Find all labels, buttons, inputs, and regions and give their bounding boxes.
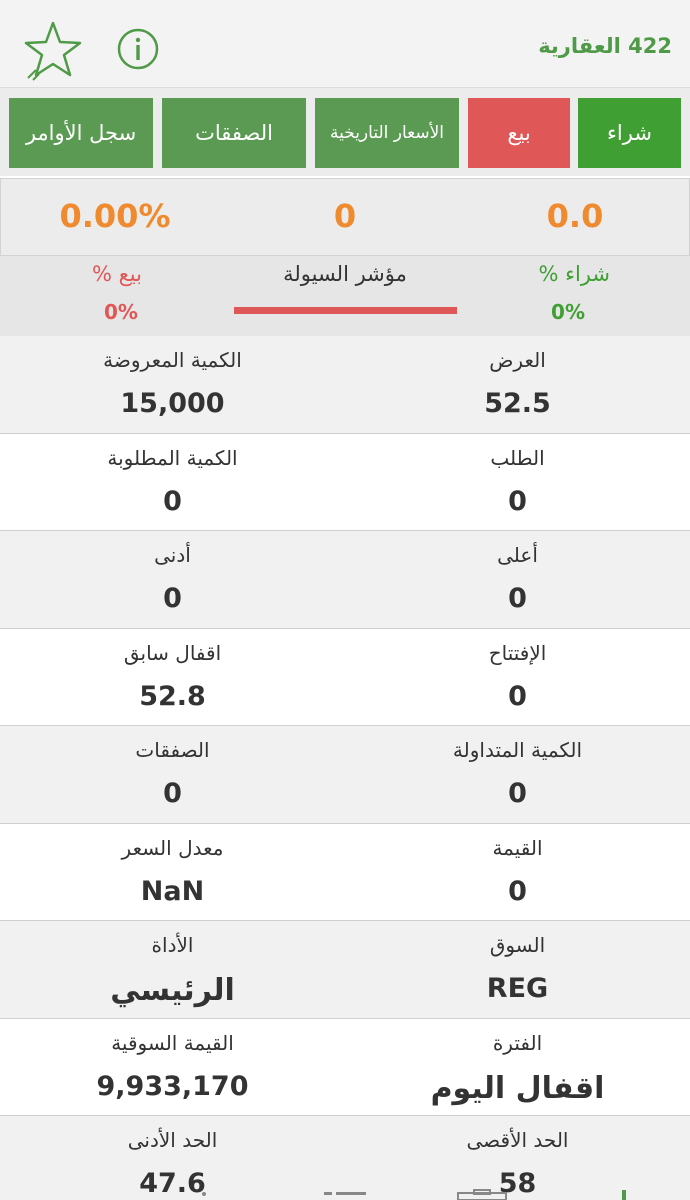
field-label: الكمية المعروضة bbox=[103, 348, 242, 372]
field-value: REG bbox=[486, 973, 549, 1004]
table-row: القيمة السوقية 9,933,170 الفترة اقفال ال… bbox=[0, 1018, 690, 1116]
field-label: أعلى bbox=[497, 543, 538, 567]
field-value: 0 bbox=[163, 583, 182, 614]
details-cell: معدل السعر NaN bbox=[0, 824, 345, 921]
details-cell: اقفال سابق 52.8 bbox=[0, 629, 345, 726]
field-label: معدل السعر bbox=[121, 835, 224, 860]
action-bar: سجل الأوامر الصفقات الأسعار التاريخية بي… bbox=[0, 88, 690, 176]
stock-details: الكمية المعروضة 15,000 العرض 52.5 الكمية… bbox=[0, 336, 690, 1200]
field-value: 0 bbox=[163, 778, 182, 809]
field-value: 52.8 bbox=[139, 680, 206, 712]
field-label: السوق bbox=[489, 933, 546, 957]
briefcase-icon[interactable] bbox=[456, 1186, 508, 1200]
page-title: 422 العقارية bbox=[538, 34, 672, 58]
details-cell: السوق REG bbox=[345, 921, 690, 1018]
field-value: اقفال اليوم bbox=[430, 1070, 605, 1106]
change-percent: 0.00% bbox=[59, 197, 171, 235]
table-row: أدنى 0 أعلى 0 bbox=[0, 531, 690, 629]
field-label: أدنى bbox=[154, 543, 191, 567]
nav-icon[interactable] bbox=[196, 1186, 212, 1200]
historical-prices-button[interactable]: الأسعار التاريخية bbox=[315, 98, 459, 168]
details-cell: أعلى 0 bbox=[345, 531, 690, 628]
field-value: الرئيسي bbox=[110, 973, 235, 1008]
liquidity-indicator: بيع % 0% مؤشر السيولة شراء % 0% bbox=[0, 256, 690, 336]
buy-percent-label: شراء % bbox=[538, 262, 610, 286]
field-label: الفترة bbox=[492, 1030, 543, 1055]
field-label: اقفال سابق bbox=[123, 640, 222, 665]
field-label: الطلب bbox=[490, 445, 545, 470]
field-label: القيمة السوقية bbox=[111, 1030, 234, 1055]
liquidity-bar bbox=[234, 307, 457, 314]
table-row: اقفال سابق 52.8 الإفتتاح 0 bbox=[0, 628, 690, 726]
details-cell: أدنى 0 bbox=[0, 531, 345, 628]
details-cell: العرض 52.5 bbox=[345, 336, 690, 433]
field-value: 52.5 bbox=[484, 388, 551, 419]
table-row: الكمية المطلوبة 0 الطلب 0 bbox=[0, 433, 690, 531]
field-label: الحد الأدنى bbox=[127, 1128, 218, 1152]
details-cell: الصفقات 0 bbox=[0, 726, 345, 823]
star-icon[interactable] bbox=[22, 20, 84, 82]
table-row: معدل السعر NaN القيمة 0 bbox=[0, 823, 690, 921]
field-value: NaN bbox=[140, 875, 205, 907]
home-icon[interactable] bbox=[612, 1186, 636, 1200]
buy-button[interactable]: شراء bbox=[578, 98, 681, 168]
details-cell: القيمة السوقية 9,933,170 bbox=[0, 1019, 345, 1116]
table-row: الصفقات 0 الكمية المتداولة 0 bbox=[0, 726, 690, 824]
table-row: الكمية المعروضة 15,000 العرض 52.5 bbox=[0, 336, 690, 434]
field-value: 0 bbox=[508, 583, 527, 614]
field-label: الكمية المطلوبة bbox=[107, 445, 238, 470]
list-icon[interactable] bbox=[322, 1186, 368, 1200]
details-cell: الأداة الرئيسي bbox=[0, 921, 345, 1018]
bottom-navigation bbox=[0, 1186, 690, 1200]
field-value: 0 bbox=[508, 875, 527, 907]
field-label: الصفقات bbox=[135, 738, 210, 762]
details-cell: الكمية المتداولة 0 bbox=[345, 726, 690, 823]
field-value: 0 bbox=[508, 680, 527, 712]
field-value: 0 bbox=[508, 485, 527, 517]
price-summary: 0.00% 0 0.0 bbox=[0, 178, 690, 256]
details-cell: الكمية المطلوبة 0 bbox=[0, 434, 345, 531]
details-cell: الإفتتاح 0 bbox=[345, 629, 690, 726]
field-value: 0 bbox=[163, 485, 182, 517]
details-cell: الطلب 0 bbox=[345, 434, 690, 531]
field-label: العرض bbox=[489, 348, 546, 372]
field-label: الحد الأقصى bbox=[466, 1128, 569, 1152]
orders-log-button[interactable]: سجل الأوامر bbox=[9, 98, 153, 168]
field-label: الإفتتاح bbox=[488, 640, 547, 665]
liquidity-title: مؤشر السيولة bbox=[283, 262, 407, 286]
info-icon[interactable] bbox=[116, 27, 160, 71]
trades-button[interactable]: الصفقات bbox=[162, 98, 306, 168]
table-row: الأداة الرئيسي السوق REG bbox=[0, 921, 690, 1019]
details-cell: الكمية المعروضة 15,000 bbox=[0, 336, 345, 433]
sell-percent-value: 0% bbox=[104, 300, 138, 324]
details-cell: القيمة 0 bbox=[345, 824, 690, 921]
change-value: 0 bbox=[333, 197, 357, 235]
sell-percent-label: بيع % bbox=[92, 262, 142, 286]
field-label: القيمة bbox=[492, 835, 543, 860]
sell-button[interactable]: بيع bbox=[468, 98, 570, 168]
buy-percent-value: 0% bbox=[551, 300, 585, 324]
field-label: الكمية المتداولة bbox=[452, 738, 583, 762]
field-value: 15,000 bbox=[120, 388, 225, 419]
details-cell: الفترة اقفال اليوم bbox=[345, 1019, 690, 1116]
last-price: 0.0 bbox=[546, 197, 604, 235]
field-label: الأداة bbox=[151, 933, 194, 957]
app-header: 422 العقارية bbox=[0, 0, 690, 88]
field-value: 9,933,170 bbox=[96, 1070, 249, 1102]
field-value: 0 bbox=[508, 778, 527, 809]
